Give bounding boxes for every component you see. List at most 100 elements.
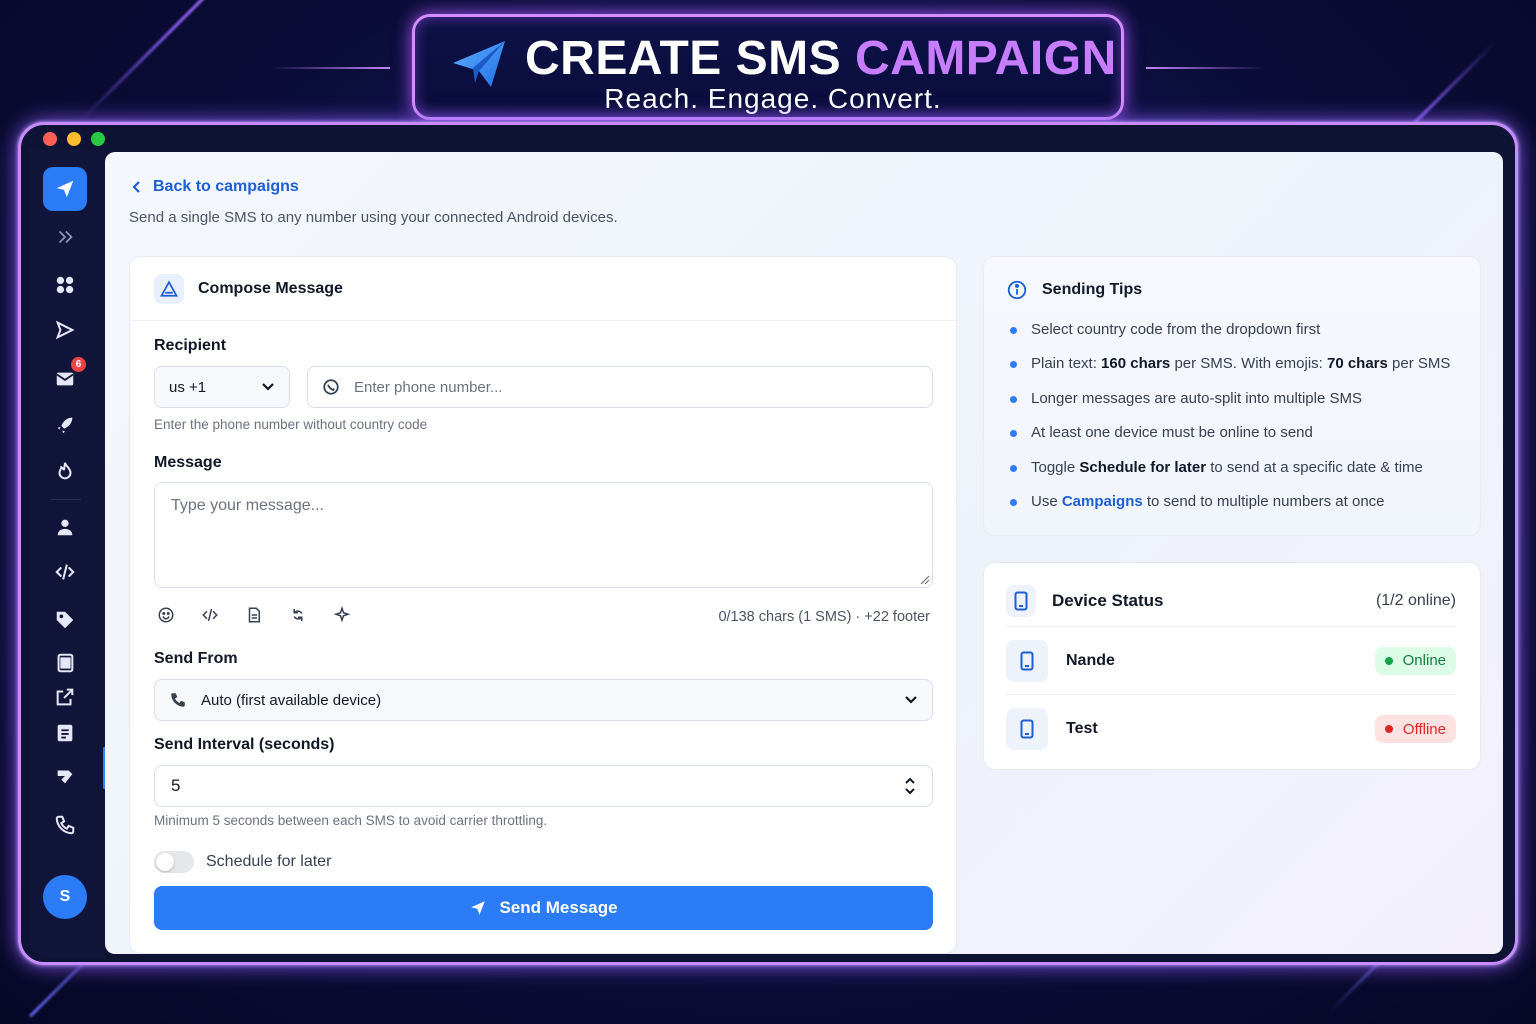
tip-item: Longer messages are auto-split into mult… [1008, 390, 1450, 424]
paper-plane-icon [471, 901, 486, 915]
chevron-left-icon [132, 181, 140, 193]
templates-icon[interactable] [53, 651, 77, 675]
stepper-arrows-icon[interactable] [904, 775, 916, 797]
main-content: Back to campaigns Send a single SMS to a… [105, 152, 1503, 954]
device-name: Test [1066, 720, 1098, 737]
app-window: 6 S Back to campaigns Send a single SMS … [18, 122, 1518, 965]
refresh-icon[interactable] [288, 605, 308, 625]
interval-value: 5 [171, 776, 181, 795]
tip-item: Select country code from the dropdown fi… [1008, 321, 1450, 355]
device-online-count: (1/2 online) [1375, 591, 1456, 609]
interval-stepper[interactable]: 5 [154, 765, 933, 807]
inbox-badge: 6 [71, 357, 86, 372]
send-label: Send Message [499, 898, 618, 917]
device-icon [1006, 584, 1036, 617]
country-code-value: us +1 [169, 378, 207, 396]
logs-icon[interactable] [53, 721, 77, 745]
message-toolbar [156, 605, 352, 625]
banner-title: CREATE SMS CAMPAIGN [525, 32, 1117, 85]
send-message-button[interactable]: Send Message [154, 886, 933, 930]
back-label: Back to campaigns [153, 178, 299, 195]
phone-hint: Enter the phone number without country c… [154, 417, 428, 432]
tag-icon[interactable] [53, 608, 77, 632]
rocket-icon[interactable] [53, 413, 77, 437]
emoji-icon[interactable] [156, 605, 176, 625]
chevron-down-icon [262, 383, 274, 391]
tip-item: Toggle Schedule for later to send at a s… [1008, 459, 1450, 493]
maximize-window-button[interactable] [91, 132, 105, 146]
schedule-toggle-row: Schedule for later [154, 851, 331, 873]
expand-icon[interactable] [53, 225, 77, 249]
page-subtitle: Send a single SMS to any number using yo… [129, 209, 618, 226]
info-icon [1007, 280, 1027, 300]
phone-input[interactable] [354, 378, 894, 396]
send-from-label: Send From [154, 650, 238, 667]
hero-banner: CREATE SMS CAMPAIGN Reach. Engage. Conve… [412, 14, 1124, 120]
device-icon [1006, 639, 1048, 682]
schedule-toggle[interactable] [154, 851, 194, 873]
compose-header: Compose Message [130, 257, 956, 321]
message-textarea[interactable] [171, 497, 916, 573]
resize-grip-icon[interactable] [920, 575, 930, 585]
device-status-header: Device Status (1/2 online) [1006, 579, 1456, 627]
sparkle-icon[interactable] [332, 605, 352, 625]
tips-title: Sending Tips [1042, 281, 1143, 298]
window-controls [43, 132, 105, 146]
device-status-title: Device Status [1052, 590, 1164, 610]
send-from-value: Auto (first available device) [201, 691, 382, 709]
compose-card: Compose Message Recipient us +1 Enter th… [129, 256, 957, 954]
interval-label: Send Interval (seconds) [154, 736, 335, 753]
phone-field[interactable] [307, 366, 933, 408]
device-status-card: Device Status (1/2 online) Nande Online … [983, 562, 1481, 770]
code-icon[interactable] [53, 560, 77, 584]
send-icon[interactable] [53, 318, 77, 342]
send-from-select[interactable]: Auto (first available device) [154, 679, 933, 721]
dashboard-icon[interactable] [53, 273, 77, 297]
paper-plane-icon [56, 180, 74, 198]
banner-title-accent: CAMPAIGN [854, 32, 1117, 85]
sending-tips-card: Sending Tips Select country code from th… [983, 256, 1481, 536]
phone-icon[interactable] [53, 813, 77, 837]
back-to-campaigns-link[interactable]: Back to campaigns [131, 178, 299, 196]
close-window-button[interactable] [43, 132, 57, 146]
banner-subtitle: Reach. Engage. Convert. [604, 83, 942, 114]
chevron-down-icon [905, 696, 917, 704]
contacts-icon[interactable] [53, 515, 77, 539]
character-counter: 0/138 chars (1 SMS) · +22 footer [718, 609, 930, 625]
compose-title: Compose Message [198, 279, 343, 297]
template-icon[interactable] [244, 605, 264, 625]
status-badge: Offline [1374, 715, 1456, 743]
device-name: Nande [1066, 651, 1115, 669]
tips-header: Sending Tips [1006, 279, 1142, 301]
phone-icon [171, 693, 185, 707]
code-icon[interactable] [200, 605, 220, 625]
avatar[interactable]: S [43, 875, 87, 919]
tip-item: Plain text: 160 chars per SMS. With emoj… [1008, 355, 1450, 389]
decorative-line [1146, 67, 1266, 69]
decorative-line [270, 67, 390, 69]
compose-icon [154, 273, 184, 304]
integrations-icon[interactable] [53, 764, 77, 788]
decorative-streak [78, 0, 265, 123]
sidebar-divider [51, 499, 81, 500]
sidebar: 6 S [29, 149, 106, 957]
campaigns-link[interactable]: Campaigns [1062, 493, 1143, 510]
recipient-label: Recipient [154, 337, 227, 354]
interval-hint: Minimum 5 seconds between each SMS to av… [154, 813, 548, 828]
message-label: Message [154, 454, 222, 471]
message-field[interactable] [154, 482, 933, 588]
device-row[interactable]: Nande Online [1006, 627, 1456, 695]
external-link-icon[interactable] [53, 685, 77, 709]
fire-icon[interactable] [53, 459, 77, 483]
device-row[interactable]: Test Offline [1006, 695, 1456, 763]
status-badge: Online [1374, 646, 1456, 675]
country-code-select[interactable]: us +1 [154, 366, 290, 408]
device-icon [1006, 708, 1048, 750]
app-logo-button[interactable] [43, 167, 87, 211]
tips-list: Select country code from the dropdown fi… [1008, 321, 1450, 527]
minimize-window-button[interactable] [67, 132, 81, 146]
schedule-label: Schedule for later [206, 853, 332, 870]
phone-number-icon [323, 379, 339, 395]
tip-item: Use Campaigns to send to multiple number… [1008, 493, 1450, 527]
tip-item: At least one device must be online to se… [1008, 424, 1450, 458]
